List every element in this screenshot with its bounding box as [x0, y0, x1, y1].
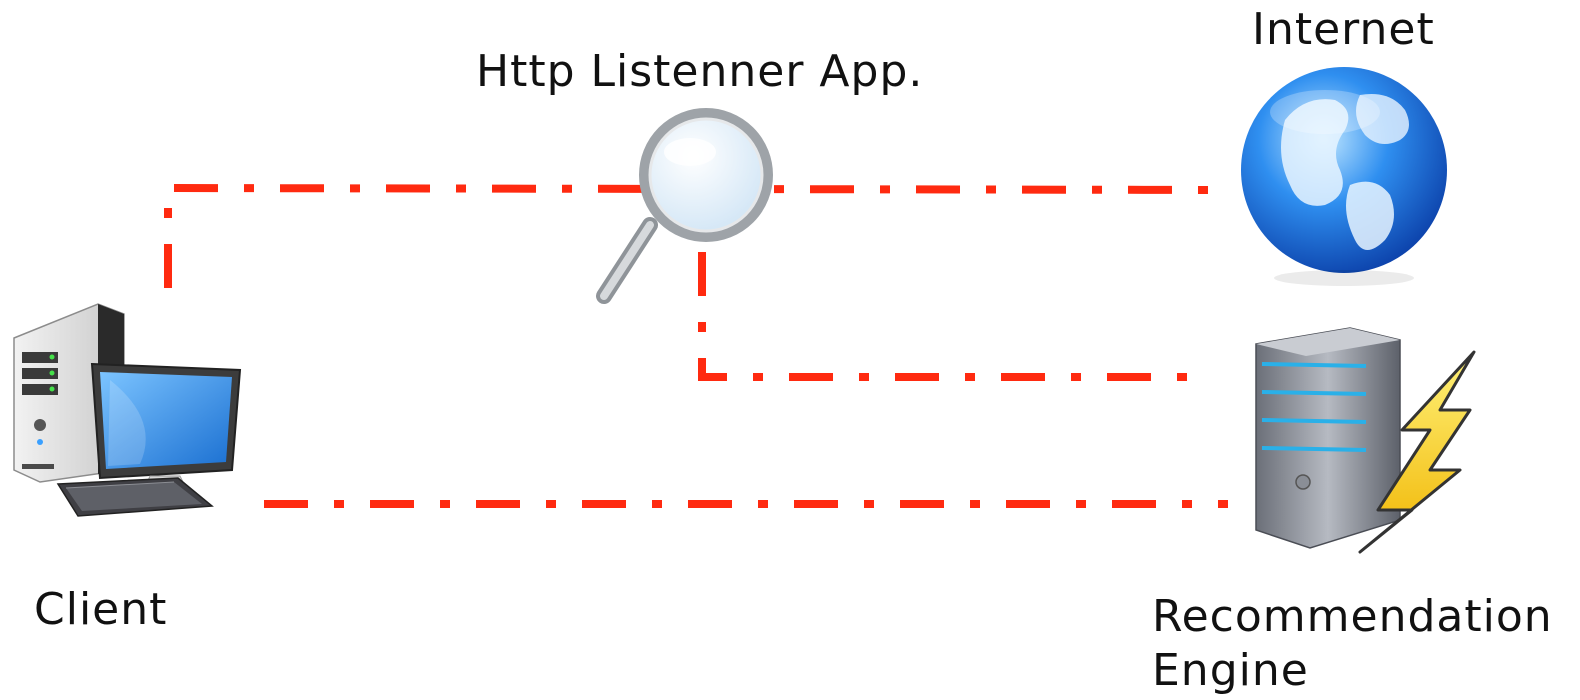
client-label: Client [34, 584, 168, 635]
engine-label-line1: Recommendation [1152, 591, 1553, 642]
magnifying-glass-icon [596, 108, 773, 304]
http-listener-label: Http Listenner App. [476, 46, 924, 97]
globe-icon [1241, 67, 1447, 286]
server-lightning-icon [1255, 327, 1476, 554]
recommendation-engine-label: Recommendation Engine [1152, 590, 1553, 697]
desktop-computer-icon [13, 303, 242, 517]
connector-listener-to-engine [698, 252, 1206, 381]
internet-label: Internet [1252, 4, 1435, 55]
engine-label-line2: Engine [1152, 644, 1309, 696]
